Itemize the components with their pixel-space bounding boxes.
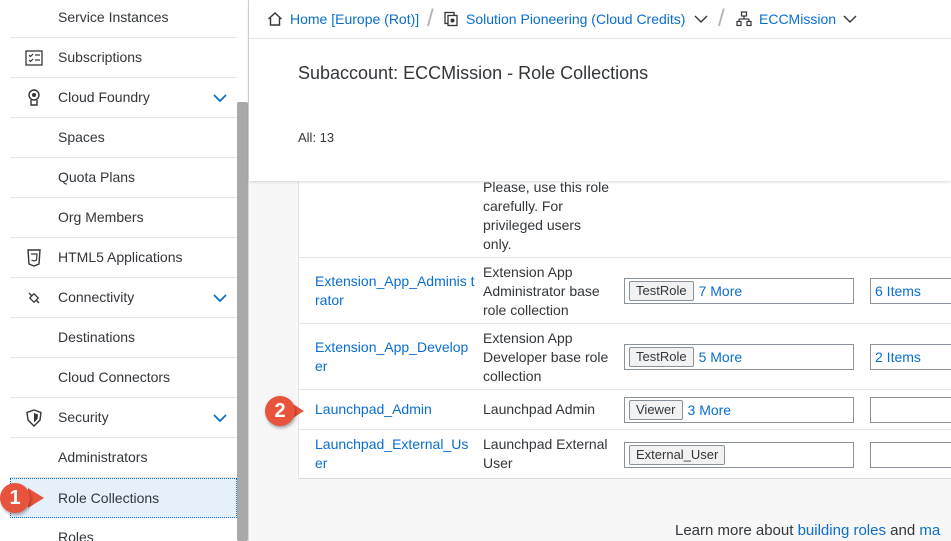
users-field[interactable]: 6 Items <box>870 278 951 304</box>
sidebar-item-spaces[interactable]: Spaces <box>10 118 237 158</box>
row-description: Launchpad Admin <box>483 401 596 417</box>
marker-pointer <box>28 488 44 508</box>
roles-field[interactable]: External_User <box>624 442 854 468</box>
footer-text: Learn more about <box>675 522 798 539</box>
row-description: Extension App Administrator base role co… <box>483 264 600 318</box>
item-count: All: 13 <box>298 130 335 145</box>
html5-icon <box>24 249 44 267</box>
role-token: Viewer <box>629 400 683 420</box>
sidebar-item-label: Subscriptions <box>58 49 143 65</box>
role-collections-table: Please, use this role carefully. For pri… <box>298 179 951 479</box>
roles-field[interactable]: TestRole 5 More <box>624 344 854 370</box>
breadcrumb-home[interactable]: Home [Europe (Rot)] <box>266 0 419 38</box>
more-roles-link[interactable]: 7 More <box>699 283 743 299</box>
sidebar-item-label: Destinations <box>58 329 136 345</box>
subscriptions-icon <box>24 49 44 67</box>
page-title: Subaccount: ECCMission - Role Collection… <box>298 63 649 83</box>
role-collection-link[interactable]: Launchpad_External_Us er <box>315 435 475 473</box>
sidebar-item-label: Administrators <box>58 449 148 465</box>
row-description: Extension App Developer base role collec… <box>483 330 609 384</box>
role-token: TestRole <box>629 347 694 367</box>
role-collection-link[interactable]: Extension_App_Develop er <box>315 338 475 376</box>
shield-icon <box>24 409 44 427</box>
sidebar-item-security[interactable]: Security <box>10 398 237 438</box>
breadcrumb-separator: / <box>718 5 725 32</box>
sidebar-item-label: Security <box>58 409 109 425</box>
sidebar-item-destinations[interactable]: Destinations <box>10 318 237 358</box>
sidebar-item-label: Spaces <box>58 129 105 145</box>
role-collection-link[interactable]: Launchpad_Admin <box>315 400 475 419</box>
sidebar-item-label: Service Instances <box>58 9 169 25</box>
more-roles-link[interactable]: 5 More <box>699 349 743 365</box>
chevron-down-icon[interactable] <box>212 410 228 426</box>
breadcrumb-subaccount[interactable]: ECCMission <box>735 0 836 38</box>
footer-link[interactable]: ma <box>919 522 940 539</box>
global-account-icon <box>442 10 460 28</box>
breadcrumb-global-account-label: Solution Pioneering (Cloud Credits) <box>466 11 686 27</box>
role-collection-link[interactable]: Extension_App_Adminis trator <box>315 272 475 310</box>
breadcrumb-subaccount-label: ECCMission <box>759 11 837 27</box>
header-divider <box>249 38 951 39</box>
sidebar-item-org-members[interactable]: Org Members <box>10 198 237 238</box>
row-description: Please, use this role carefully. For pri… <box>483 179 610 252</box>
page-header: Home [Europe (Rot)] / Solution Pioneerin… <box>249 0 951 181</box>
chevron-down-icon[interactable] <box>843 12 857 26</box>
users-field[interactable] <box>870 442 951 468</box>
breadcrumb-global-account[interactable]: Solution Pioneering (Cloud Credits) <box>442 0 685 38</box>
chevron-down-icon[interactable] <box>212 290 228 306</box>
role-token: TestRole <box>629 281 694 301</box>
sidebar-item-administrators[interactable]: Administrators <box>10 438 237 478</box>
sidebar-scrollbar[interactable] <box>237 102 248 541</box>
connectivity-icon <box>24 289 44 307</box>
sidebar-item-label: Cloud Connectors <box>58 369 171 385</box>
table-row[interactable]: Extension_App_Develop er Extension App D… <box>299 324 951 390</box>
chevron-down-icon[interactable] <box>694 12 708 26</box>
home-icon <box>266 10 284 28</box>
chevron-down-icon[interactable] <box>212 90 228 106</box>
cloud-foundry-icon <box>24 89 44 107</box>
users-field[interactable]: 2 Items <box>870 344 951 370</box>
sidebar-item-html5-applications[interactable]: HTML5 Applications <box>10 238 237 278</box>
sidebar-item-connectivity[interactable]: Connectivity <box>10 278 237 318</box>
row-description: Launchpad External User <box>483 436 608 471</box>
sidebar-item-label: Role Collections <box>58 490 160 506</box>
step-marker-2: 2 <box>265 396 295 426</box>
table-row[interactable]: Launchpad_External_Us er Launchpad Exter… <box>299 430 951 479</box>
sidebar-item-label: Connectivity <box>58 289 135 305</box>
table-row[interactable]: Launchpad_Admin Launchpad Admin Viewer 3… <box>299 390 951 430</box>
sidebar-item-cloud-connectors[interactable]: Cloud Connectors <box>10 358 237 398</box>
users-field[interactable] <box>870 397 951 423</box>
more-roles-link[interactable]: 3 More <box>688 402 732 418</box>
footer-text: and <box>885 522 920 539</box>
building-roles-link[interactable]: building roles <box>798 522 886 539</box>
roles-field[interactable]: Viewer 3 More <box>624 397 854 423</box>
table-row: Please, use this role carefully. For pri… <box>299 179 951 258</box>
sidebar-item-service-instances[interactable]: Service Instances <box>10 0 237 38</box>
sidebar-item-quota-plans[interactable]: Quota Plans <box>10 158 237 198</box>
sidebar-item-label: HTML5 Applications <box>58 249 183 265</box>
sidebar: Service Instances Subscriptions Cloud Fo… <box>0 0 249 541</box>
table-row[interactable]: Extension_App_Adminis trator Extension A… <box>299 258 951 324</box>
sidebar-item-label: Quota Plans <box>58 169 136 185</box>
breadcrumb-home-label: Home [Europe (Rot)] <box>290 11 420 27</box>
subaccount-icon <box>735 10 753 28</box>
role-token: External_User <box>629 445 726 465</box>
roles-field[interactable]: TestRole 7 More <box>624 278 854 304</box>
step-marker-1: 1 <box>0 483 30 513</box>
sidebar-item-cloud-foundry[interactable]: Cloud Foundry <box>10 78 237 118</box>
footer-help-text: Learn more about building roles and ma <box>675 522 940 539</box>
sidebar-item-role-collections[interactable]: Role Collections <box>10 478 237 518</box>
sidebar-item-roles[interactable]: Roles <box>10 518 237 541</box>
sidebar-item-label: Cloud Foundry <box>58 89 150 105</box>
sidebar-item-label: Roles <box>58 529 94 541</box>
sidebar-item-subscriptions[interactable]: Subscriptions <box>10 38 237 78</box>
sidebar-item-label: Org Members <box>58 209 144 225</box>
breadcrumb-separator: / <box>427 5 434 32</box>
